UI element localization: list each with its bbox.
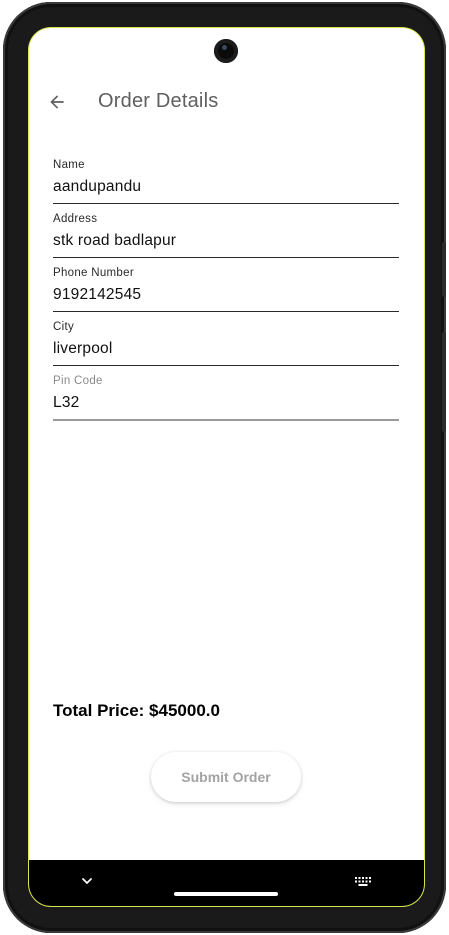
- submit-order-button[interactable]: Submit Order: [151, 752, 301, 802]
- pin-code-underline: [53, 419, 399, 421]
- device-frame: Order Details Name Address Phone Number …: [3, 2, 446, 933]
- pin-code-input[interactable]: [53, 389, 399, 419]
- phone-field[interactable]: Phone Number: [53, 267, 399, 312]
- power-button: [442, 242, 446, 297]
- phone-underline: [53, 311, 399, 312]
- city-underline: [53, 365, 399, 366]
- device-screen: Order Details Name Address Phone Number …: [29, 28, 424, 906]
- pin-code-label: Pin Code: [53, 375, 103, 387]
- address-underline: [53, 257, 399, 258]
- phone-input[interactable]: [53, 281, 399, 311]
- page-title: Order Details: [98, 90, 219, 112]
- arrow-back-icon: [50, 95, 64, 109]
- name-underline: [53, 203, 399, 204]
- total-price: Total Price: $45000.0: [53, 701, 220, 720]
- home-pill-icon[interactable]: [174, 892, 278, 896]
- chevron-down-icon[interactable]: [80, 874, 94, 888]
- app-bar: Order Details: [29, 80, 424, 124]
- city-label: City: [53, 321, 75, 333]
- pin-code-field[interactable]: Pin Code: [53, 375, 399, 421]
- phone-label: Phone Number: [53, 267, 134, 279]
- address-input[interactable]: [53, 227, 399, 257]
- address-label: Address: [53, 213, 98, 225]
- address-field[interactable]: Address: [53, 213, 399, 258]
- name-field[interactable]: Name: [53, 159, 399, 204]
- city-input[interactable]: [53, 335, 399, 365]
- system-nav-bar: [29, 860, 424, 906]
- name-label: Name: [53, 159, 85, 171]
- volume-button: [442, 332, 446, 432]
- name-input[interactable]: [53, 173, 399, 203]
- keyboard-icon[interactable]: [354, 875, 372, 889]
- back-button[interactable]: [41, 86, 73, 118]
- city-field[interactable]: City: [53, 321, 399, 366]
- front-camera: [214, 39, 238, 63]
